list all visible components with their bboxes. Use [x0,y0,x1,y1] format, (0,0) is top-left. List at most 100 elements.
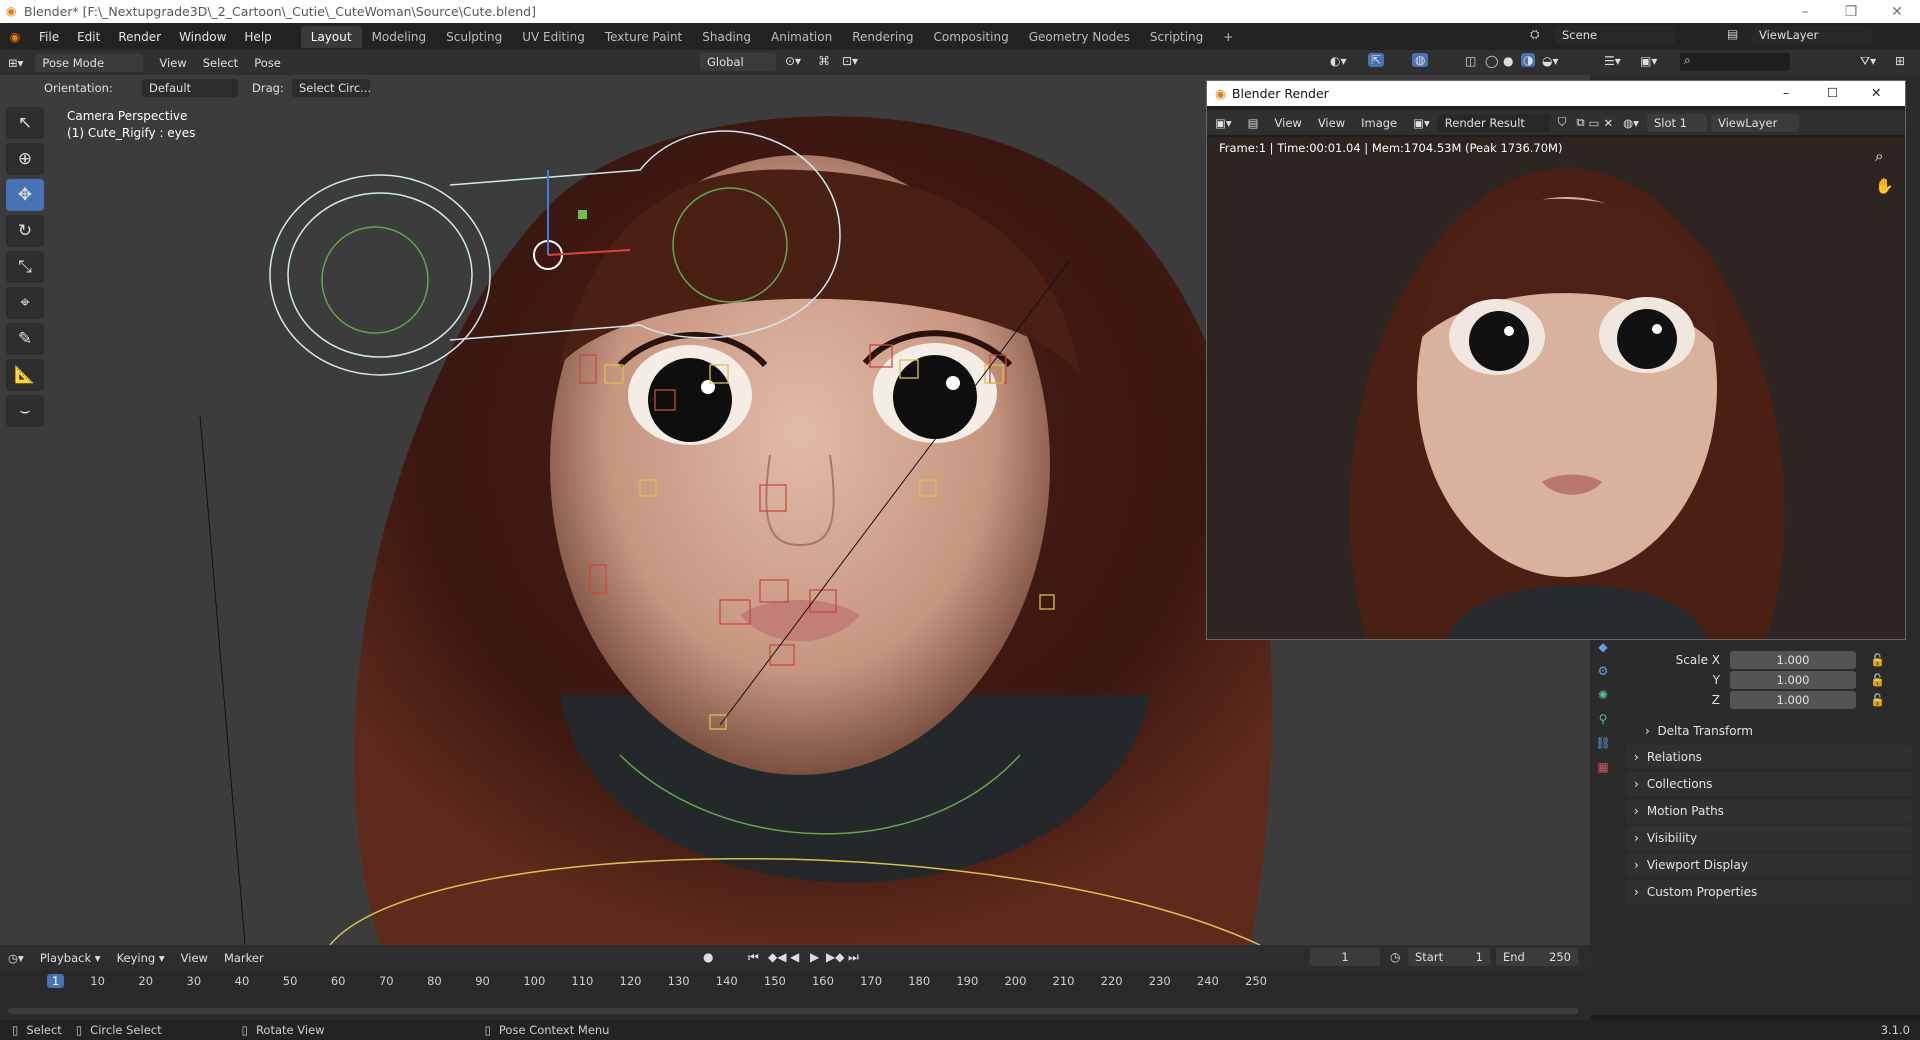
cursor-tool-icon[interactable]: ⊕ [6,143,44,175]
overlay-icon[interactable]: ◍▾ [1615,116,1647,130]
scale-y-field[interactable]: 1.000 [1730,670,1856,689]
constraints-icon[interactable]: ⛓ [1595,736,1610,750]
panel-collections[interactable]: › Collections [1626,772,1912,796]
relax-tool-icon[interactable]: ⌣ [6,395,44,427]
tab-scripting[interactable]: Scripting [1140,26,1213,48]
lock-icon[interactable]: 🔓 [1870,653,1885,667]
orientation-selector[interactable]: Default [142,79,238,97]
fake-user-icon[interactable]: ⛉ [1550,115,1575,130]
tab-uv-editing[interactable]: UV Editing [512,26,595,48]
keying-menu[interactable]: Keying ▾ [109,951,173,965]
modifier-icon[interactable]: ⚙ [1598,664,1609,678]
timeline-editor-icon[interactable]: ◷▾ [0,951,32,965]
tab-layout[interactable]: Layout [300,25,362,48]
solid-shading-icon[interactable]: ● [1503,54,1513,68]
outliner-search-input[interactable]: ⌕ [1680,53,1790,71]
next-keyframe-icon[interactable]: ▶◆ [826,950,844,964]
menu-view[interactable]: View [151,56,194,70]
measure-tool-icon[interactable]: 📐 [6,359,44,391]
preview-range-icon[interactable]: ◷ [1390,950,1400,964]
tab-compositing[interactable]: Compositing [923,26,1018,48]
minimize-icon[interactable]: – [1783,85,1789,100]
timeline-scrollbar[interactable] [8,1008,1578,1014]
delta-transform-subpanel[interactable]: › Delta Transform [1645,724,1753,738]
panel-motion-paths[interactable]: › Motion Paths [1626,799,1912,823]
play-icon[interactable]: ▶ [810,950,819,964]
editor-type-icon[interactable]: ⊞▾ [0,56,31,70]
panel-relations[interactable]: › Relations [1626,745,1912,769]
lock-icon[interactable]: 🔓 [1870,673,1885,687]
render-result-image[interactable] [1207,137,1905,639]
overlay-toggle-icon[interactable]: ◍ [1412,53,1429,67]
render-view-dropdown[interactable]: View [1267,116,1310,130]
outliner-editor-icon[interactable]: ☰▾ [1604,54,1621,68]
open-folder-icon[interactable]: ▭ [1587,116,1602,130]
pivot-icon[interactable]: ⊙▾ [785,54,801,68]
object-properties-icon[interactable]: ◆ [1598,640,1607,654]
jump-start-icon[interactable]: ⏮ [748,950,759,965]
scene-selector[interactable]: Scene [1555,26,1675,44]
menu-help[interactable]: Help [235,30,280,44]
autokey-record-icon[interactable]: ● [703,950,713,964]
panel-viewport-display[interactable]: › Viewport Display [1626,853,1912,877]
minimize-icon[interactable]: – [1782,0,1828,23]
rendered-shading-icon[interactable]: ◒▾ [1542,54,1559,68]
jump-end-icon[interactable]: ⏭ [848,950,859,965]
mode-selector[interactable]: Pose Mode [35,53,144,72]
view-layer-selector[interactable]: ViewLayer [1752,26,1872,44]
lock-icon[interactable]: 🔓 [1870,693,1885,707]
menu-pose[interactable]: Pose [246,56,289,70]
duplicate-icon[interactable]: ⧉ [1574,115,1586,130]
texture-icon[interactable]: ▦ [1597,760,1608,774]
annotate-tool-icon[interactable]: ✎ [6,323,44,355]
blender-menu-icon[interactable]: ◉ [0,30,30,44]
visibility-icon[interactable]: ◐▾ [1330,54,1347,68]
tab-shading[interactable]: Shading [692,26,761,48]
close-icon[interactable]: ✕ [1874,0,1920,23]
image-browse-icon[interactable]: ▣▾ [1405,116,1438,130]
playback-menu[interactable]: Playback ▾ [32,951,109,965]
gizmo-toggle-icon[interactable]: ⇱ [1368,53,1385,67]
move-tool-icon[interactable]: ✥ [6,179,44,211]
slot-selector[interactable]: Slot 1 [1646,113,1707,132]
zoom-icon[interactable]: ⌕ [1875,147,1883,165]
current-frame-field[interactable]: 1 [1310,948,1380,966]
prev-keyframe-icon[interactable]: ◆◀ [768,950,786,964]
close-icon[interactable]: ✕ [1871,85,1881,100]
add-workspace-button[interactable]: + [1213,26,1243,48]
panel-custom-properties[interactable]: › Custom Properties [1626,880,1912,904]
render-layer-selector[interactable]: ViewLayer [1710,113,1799,132]
menu-image[interactable]: Image [1353,116,1405,130]
snap-icon[interactable]: ⌘ [818,54,830,68]
material-shading-icon[interactable]: ◑ [1521,53,1536,67]
tab-texture-paint[interactable]: Texture Paint [595,26,692,48]
maximize-icon[interactable]: ☐ [1827,85,1838,100]
physics-icon[interactable]: ⚲ [1599,712,1608,726]
frame-ruler[interactable]: 1 10 20 30 40 50 60 70 80 90 100 110 120 130 140 150 160… [10,972,1580,992]
play-reverse-icon[interactable]: ◀ [790,950,799,964]
restore-icon[interactable]: ❐ [1828,0,1874,23]
new-collection-icon[interactable]: ⊞ [1895,54,1905,68]
menu-marker[interactable]: Marker [216,951,272,965]
filter-icon[interactable]: ⛛▾ [1860,54,1876,69]
menu-file[interactable]: File [30,30,68,44]
rotate-tool-icon[interactable]: ↻ [6,215,44,247]
particles-icon[interactable]: ✺ [1598,688,1608,702]
tab-geometry-nodes[interactable]: Geometry Nodes [1019,26,1140,48]
tab-animation[interactable]: Animation [761,26,842,48]
menu-view[interactable]: View [1310,116,1353,130]
scale-x-field[interactable]: 1.000 [1730,650,1856,669]
menu-window[interactable]: Window [170,30,235,44]
menu-render[interactable]: Render [109,30,170,44]
drag-selector[interactable]: Select Circ... [292,79,371,97]
panel-visibility[interactable]: › Visibility [1626,826,1912,850]
tab-sculpting[interactable]: Sculpting [436,26,512,48]
menu-edit[interactable]: Edit [68,30,109,44]
menu-view[interactable]: View [173,951,216,965]
view-mode-icon[interactable]: ▤ [1240,116,1267,130]
start-frame-field[interactable]: Start 1 [1408,948,1490,966]
wireframe-shading-icon[interactable]: ◯ [1485,54,1498,68]
scale-tool-icon[interactable]: ⤡ [6,251,44,283]
render-result-field[interactable]: Render Result [1437,113,1550,132]
editor-type-icon[interactable]: ▣▾ [1207,116,1240,130]
